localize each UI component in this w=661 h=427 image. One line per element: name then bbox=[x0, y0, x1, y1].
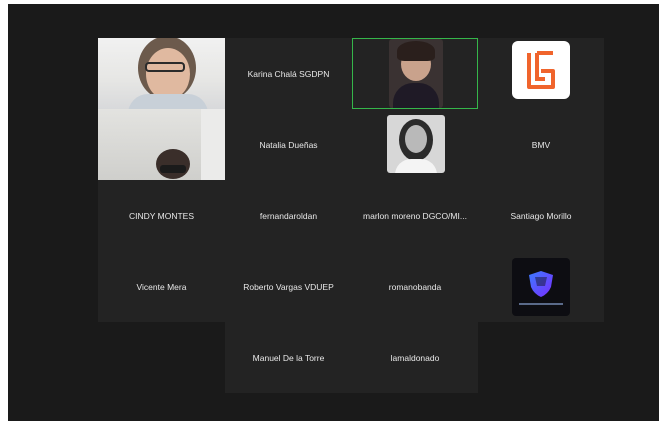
participant-grid: Karina Chalá SGDPN Natalia Dueñas BMV CI… bbox=[98, 38, 604, 393]
participant-name: romanobanda bbox=[388, 281, 442, 292]
empty-slot bbox=[98, 322, 225, 393]
participant-photo bbox=[387, 115, 445, 173]
participant-name: lamaldonado bbox=[390, 352, 440, 363]
participant-name: Karina Chalá SGDPN bbox=[247, 68, 330, 79]
participant-video bbox=[98, 109, 225, 180]
participant-tile[interactable]: Vicente Mera bbox=[98, 251, 225, 322]
participant-tile[interactable]: BMV bbox=[478, 109, 604, 180]
participant-tile[interactable]: fernandaroldan bbox=[225, 180, 352, 251]
participant-name: Natalia Dueñas bbox=[259, 139, 318, 150]
participant-name: Vicente Mera bbox=[136, 281, 187, 292]
shield-logo-icon bbox=[529, 270, 553, 297]
participant-tile-video-2[interactable] bbox=[98, 109, 225, 180]
participant-video bbox=[389, 39, 443, 108]
participant-tile[interactable]: Karina Chalá SGDPN bbox=[225, 38, 352, 109]
participant-name: fernandaroldan bbox=[259, 210, 318, 221]
participant-tile[interactable]: Roberto Vargas VDUEP bbox=[225, 251, 352, 322]
participant-name: Roberto Vargas VDUEP bbox=[243, 281, 334, 292]
participant-tile[interactable]: lamaldonado bbox=[352, 322, 478, 393]
participant-tile[interactable] bbox=[352, 109, 478, 180]
participant-tile[interactable]: marlon moreno DGCO/MI... bbox=[352, 180, 478, 251]
participant-name: BMV bbox=[531, 139, 551, 150]
participant-tile[interactable] bbox=[478, 38, 604, 109]
orange-g-logo bbox=[512, 40, 570, 99]
participant-video bbox=[98, 38, 225, 109]
participant-tile-video-1[interactable] bbox=[98, 38, 225, 109]
participant-tile[interactable]: Manuel De la Torre bbox=[225, 322, 352, 393]
participant-name: marlon moreno DGCO/MI... bbox=[363, 210, 467, 221]
participant-tile[interactable]: CINDY MONTES bbox=[98, 180, 225, 251]
participant-tile[interactable]: romanobanda bbox=[352, 251, 478, 322]
shield-logo-caption-line bbox=[519, 302, 563, 305]
participant-tile-active-speaker[interactable] bbox=[352, 38, 478, 109]
participant-name: Manuel De la Torre bbox=[252, 352, 325, 363]
participant-name: Santiago Morillo bbox=[510, 210, 572, 221]
meeting-stage: Karina Chalá SGDPN Natalia Dueñas BMV CI… bbox=[8, 4, 659, 421]
participant-tile[interactable]: Natalia Dueñas bbox=[225, 109, 352, 180]
participant-tile[interactable] bbox=[478, 251, 604, 322]
orange-g-logo-icon bbox=[527, 50, 555, 89]
empty-slot bbox=[478, 322, 604, 393]
participant-tile[interactable]: Santiago Morillo bbox=[478, 180, 604, 251]
shield-logo bbox=[512, 257, 570, 316]
participant-name: CINDY MONTES bbox=[128, 210, 195, 221]
